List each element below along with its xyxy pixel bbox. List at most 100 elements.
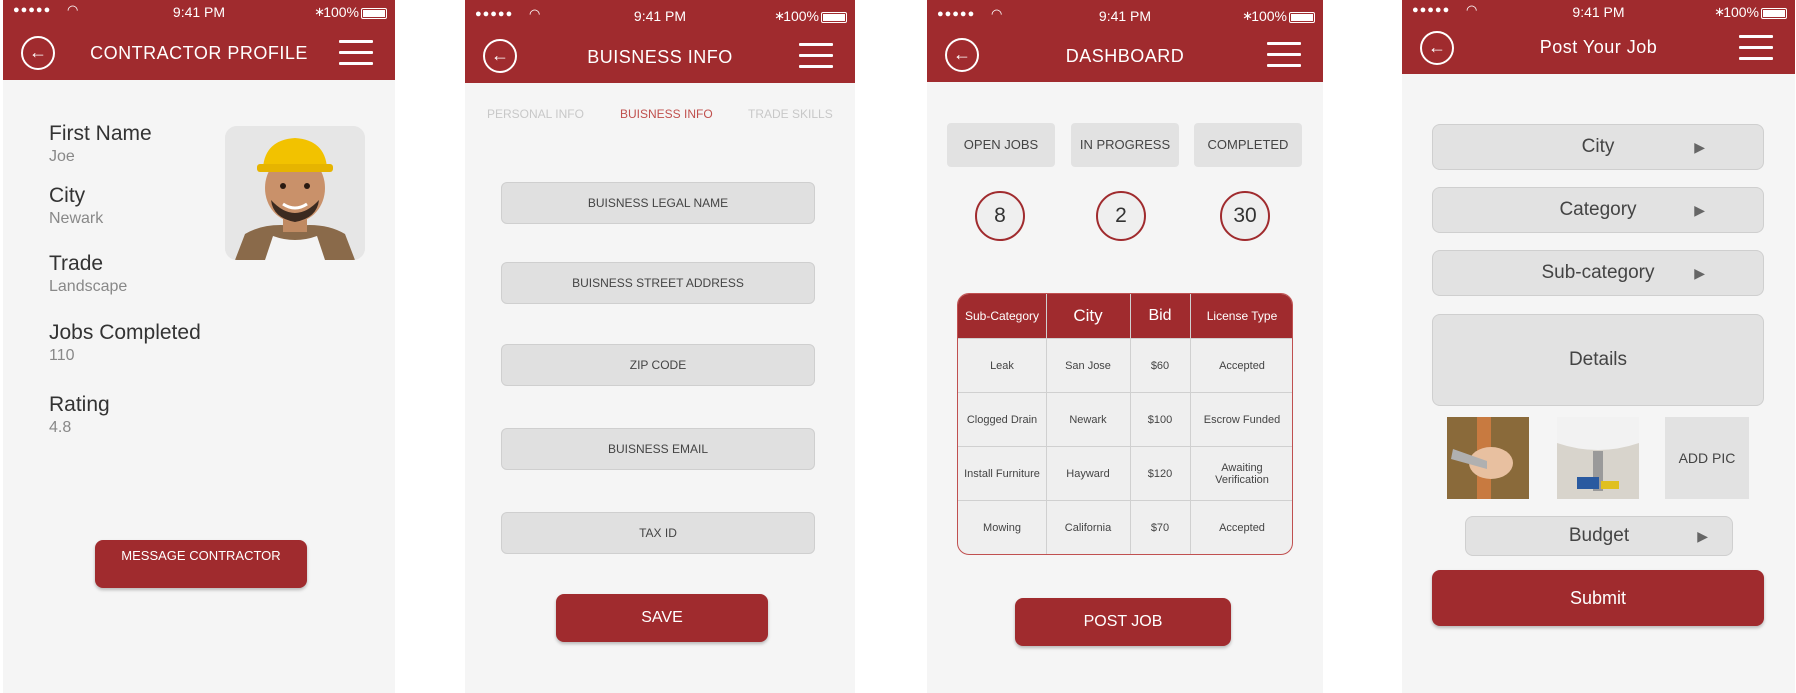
details-label: Details <box>1568 349 1628 370</box>
battery-percent: 100% <box>783 8 819 24</box>
add-pic-button[interactable]: ADD PIC <box>1665 417 1749 499</box>
header-bar: ●●●●● ◠ 9:41 PM ∗ 100% ← Post Your Job <box>1402 0 1795 74</box>
status-bar: ●●●●● ◠ 9:41 PM ∗ 100% <box>927 4 1323 28</box>
battery-icon <box>361 8 387 19</box>
contractor-profile-screen: ●●●●● ◠ 9:41 PM ∗ 100% ← CONTRACTOR PROF… <box>3 0 395 693</box>
cell-license-type: Escrow Funded <box>1203 414 1281 426</box>
column-header-license-type: License Type <box>1206 309 1278 323</box>
table-row[interactable]: Leak San Jose $60 Accepted <box>958 338 1292 392</box>
cell-subcategory: Install Furniture <box>964 468 1040 480</box>
triangle-right-icon: ▶ <box>1697 528 1708 544</box>
menu-button[interactable] <box>339 40 373 66</box>
battery-percent: 100% <box>1251 8 1287 24</box>
city-select-label: City <box>1581 136 1615 157</box>
business-email-field[interactable]: BUISNESS EMAIL <box>501 428 815 470</box>
in-progress-button[interactable]: IN PROGRESS <box>1071 123 1179 167</box>
status-bar: ●●●●● ◠ 9:41 PM ∗ 100% <box>3 0 395 24</box>
triangle-right-icon: ▶ <box>1694 265 1705 281</box>
city-select[interactable]: City ▶ <box>1432 124 1764 170</box>
rating-value: 4.8 <box>49 419 72 436</box>
completed-button[interactable]: COMPLETED <box>1194 123 1302 167</box>
cell-subcategory: Leak <box>990 360 1014 372</box>
budget-select-label: Budget <box>1568 525 1630 546</box>
save-button[interactable]: SAVE <box>556 594 768 642</box>
cell-subcategory: Clogged Drain <box>966 414 1038 426</box>
back-button[interactable]: ← <box>21 36 55 70</box>
column-header-subcategory: Sub-Category <box>964 309 1040 323</box>
jobs-completed-value: 110 <box>49 347 75 364</box>
arrow-left-icon: ← <box>953 44 971 64</box>
trade-label: Trade <box>49 252 104 275</box>
sink-drain-image <box>1557 417 1639 499</box>
subcategory-select-label: Sub-category <box>1541 262 1655 283</box>
city-label: City <box>49 184 86 207</box>
status-bar: ●●●●● ◠ 9:41 PM ∗ 100% <box>1402 0 1795 24</box>
zip-code-field[interactable]: ZIP CODE <box>501 344 815 386</box>
in-progress-count: 2 <box>1096 191 1146 241</box>
cell-city: Newark <box>1069 414 1107 426</box>
header-bar: ●●●●● ◠ 9:41 PM ∗ 100% ← BUISNESS INFO <box>465 0 855 83</box>
table-header: Sub-Category City Bid License Type <box>958 294 1292 338</box>
cell-city: California <box>1064 522 1112 534</box>
page-title: BUISNESS INFO <box>587 47 733 67</box>
submit-button[interactable]: Submit <box>1432 570 1764 626</box>
menu-button[interactable] <box>1267 42 1301 68</box>
page-title: Post Your Job <box>1539 37 1658 57</box>
tax-id-field[interactable]: TAX ID <box>501 512 815 554</box>
arrow-left-icon: ← <box>491 45 509 65</box>
cell-license-type: Awaiting Verification <box>1215 462 1269 486</box>
business-street-address-field[interactable]: BUISNESS STREET ADDRESS <box>501 262 815 304</box>
cell-license-type: Accepted <box>1219 522 1265 534</box>
arrow-left-icon: ← <box>1428 37 1446 57</box>
menu-button[interactable] <box>1739 35 1773 61</box>
job-photo-1[interactable] <box>1447 417 1529 499</box>
first-name-label: First Name <box>49 122 152 145</box>
battery-icon <box>1289 12 1315 23</box>
job-photo-2[interactable] <box>1557 417 1639 499</box>
header-bar: ●●●●● ◠ 9:41 PM ∗ 100% ← CONTRACTOR PROF… <box>3 0 395 80</box>
battery-icon <box>1761 8 1787 19</box>
triangle-right-icon: ▶ <box>1694 202 1705 218</box>
status-bar: ●●●●● ◠ 9:41 PM ∗ 100% <box>465 4 855 28</box>
dashboard-screen: ●●●●● ◠ 9:41 PM ∗ 100% ← DASHBOARD OPEN … <box>927 0 1323 693</box>
triangle-right-icon: ▶ <box>1694 139 1705 155</box>
category-select-label: Category <box>1559 199 1637 220</box>
column-header-city: City <box>1073 306 1103 325</box>
post-job-button[interactable]: POST JOB <box>1015 598 1231 646</box>
cell-bid: $70 <box>1150 522 1170 534</box>
business-info-screen: ●●●●● ◠ 9:41 PM ∗ 100% ← BUISNESS INFO P… <box>465 0 855 693</box>
category-select[interactable]: Category ▶ <box>1432 187 1764 233</box>
trade-value: Landscape <box>49 278 128 295</box>
back-button[interactable]: ← <box>1420 31 1454 65</box>
open-jobs-count: 8 <box>975 191 1025 241</box>
table-row[interactable]: Clogged Drain Newark $100 Escrow Funded <box>958 392 1292 446</box>
back-button[interactable]: ← <box>945 38 979 72</box>
tab-business-info[interactable]: BUISNESS INFO <box>620 107 713 121</box>
completed-count: 30 <box>1220 191 1270 241</box>
contractor-avatar <box>225 126 365 260</box>
subcategory-select[interactable]: Sub-category ▶ <box>1432 250 1764 296</box>
back-button[interactable]: ← <box>483 39 517 73</box>
business-legal-name-field[interactable]: BUISNESS LEGAL NAME <box>501 182 815 224</box>
header-bar: ●●●●● ◠ 9:41 PM ∗ 100% ← DASHBOARD <box>927 0 1323 82</box>
page-title: DASHBOARD <box>1065 46 1185 66</box>
jobs-table: Sub-Category City Bid License Type Leak … <box>957 293 1293 555</box>
contractor-photo <box>225 126 365 260</box>
column-header-bid: Bid <box>1148 307 1172 324</box>
open-jobs-button[interactable]: OPEN JOBS <box>947 123 1055 167</box>
tab-trade-skills[interactable]: TRADE SKILLS <box>748 107 833 121</box>
budget-select[interactable]: Budget ▶ <box>1465 516 1733 556</box>
menu-button[interactable] <box>799 43 833 69</box>
cell-city: Hayward <box>1066 468 1110 480</box>
table-row[interactable]: Install Furniture Hayward $120 Awaiting … <box>958 446 1292 500</box>
message-contractor-button[interactable]: MESSAGE CONTRACTOR <box>95 540 307 588</box>
page-title: CONTRACTOR PROFILE <box>90 43 308 63</box>
battery-percent: 100% <box>323 4 359 20</box>
post-job-screen: ●●●●● ◠ 9:41 PM ∗ 100% ← Post Your Job C… <box>1402 0 1795 693</box>
cell-bid: $100 <box>1147 414 1173 426</box>
details-field[interactable]: Details <box>1432 314 1764 406</box>
cell-bid: $60 <box>1150 360 1170 372</box>
table-row[interactable]: Mowing California $70 Accepted <box>958 500 1292 554</box>
city-value: Newark <box>49 210 104 227</box>
tab-personal-info[interactable]: PERSONAL INFO <box>487 107 584 121</box>
